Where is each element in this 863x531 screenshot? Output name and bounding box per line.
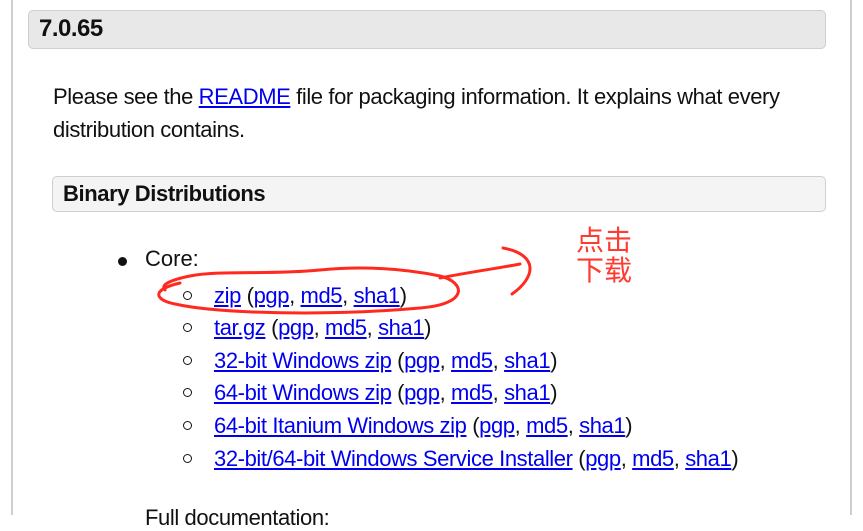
red-circle-annotation <box>157 246 532 315</box>
click-download-annotation: 点击下载 <box>576 224 633 287</box>
